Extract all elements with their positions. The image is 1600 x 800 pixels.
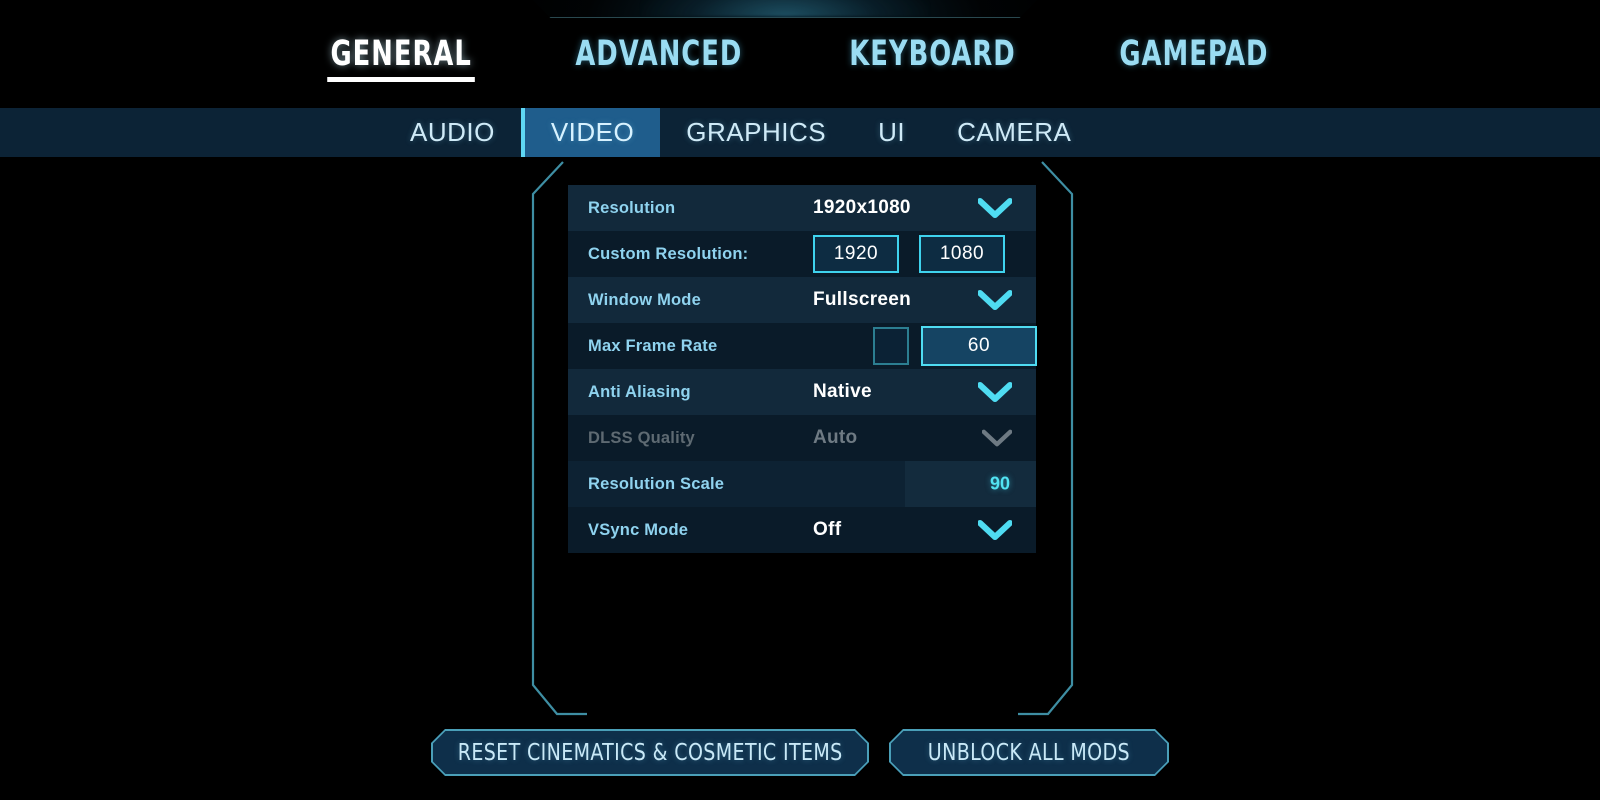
sub-tab-video[interactable]: VIDEO [520,108,661,157]
sub-tab-bar: AUDIO VIDEO GRAPHICS UI CAMERA [0,107,1600,157]
max-frame-rate-input[interactable]: 60 [921,326,1037,366]
reset-cinematics-button[interactable]: RESET CINEMATICS & COSMETIC ITEMS [431,729,869,776]
chevron-down-icon [982,429,1012,447]
setting-label-vsync-mode: VSync Mode [588,520,689,539]
setting-label-window-mode: Window Mode [588,290,701,309]
settings-screen: GENERAL ADVANCED KEYBOARD GAMEPAD AUDIO … [0,0,1600,800]
video-settings-panel: Resolution 1920x1080 Custom Resolution: … [568,185,1037,553]
setting-row-window-mode[interactable]: Window Mode Fullscreen [568,277,1036,323]
main-tab-gamepad[interactable]: GAMEPAD [1115,34,1274,84]
unblock-all-mods-button[interactable]: UNBLOCK ALL MODS [889,729,1169,776]
top-glow-decoration [640,0,930,16]
setting-label-anti-aliasing: Anti Aliasing [588,382,691,401]
reset-cinematics-label: RESET CINEMATICS & COSMETIC ITEMS [457,739,843,766]
setting-label-dlss-quality: DLSS Quality [588,428,695,447]
setting-row-max-frame-rate[interactable]: Max Frame Rate 60 [568,323,1037,369]
bottom-button-bar: RESET CINEMATICS & COSMETIC ITEMS UNBLOC… [0,729,1600,776]
setting-row-vsync-mode[interactable]: VSync Mode Off [568,507,1036,553]
chevron-down-icon[interactable] [978,198,1012,218]
main-tab-bar: GENERAL ADVANCED KEYBOARD GAMEPAD [0,34,1600,96]
setting-label-resolution-scale: Resolution Scale [588,474,725,493]
setting-row-custom-resolution[interactable]: Custom Resolution: 1920 1080 [568,231,1036,277]
setting-label-resolution: Resolution [588,198,676,217]
sub-tab-ui[interactable]: UI [852,108,931,157]
sub-tab-camera[interactable]: CAMERA [931,108,1097,157]
setting-value-resolution-scale: 90 [989,473,1010,494]
main-tab-keyboard[interactable]: KEYBOARD [844,34,1020,84]
setting-row-anti-aliasing[interactable]: Anti Aliasing Native [568,369,1036,415]
sub-tab-spacer [0,108,384,157]
unblock-all-mods-label: UNBLOCK ALL MODS [927,739,1131,766]
chevron-down-icon[interactable] [978,290,1012,310]
chevron-down-icon[interactable] [978,520,1012,540]
custom-resolution-inputs: 1920 1080 [813,235,1036,273]
resolution-scale-slider-track [904,461,1036,507]
max-frame-rate-controls: 60 [813,326,1037,366]
setting-row-resolution-scale[interactable]: Resolution Scale 90 [568,461,1036,507]
setting-label-max-frame-rate: Max Frame Rate [588,336,718,355]
main-tab-general[interactable]: GENERAL [325,34,476,84]
sub-tab-graphics[interactable]: GRAPHICS [660,108,852,157]
main-tab-advanced[interactable]: ADVANCED [570,34,747,84]
custom-resolution-height-input[interactable]: 1080 [919,235,1005,273]
sub-tab-audio[interactable]: AUDIO [384,108,521,157]
chevron-down-icon[interactable] [978,382,1012,402]
setting-row-resolution[interactable]: Resolution 1920x1080 [568,185,1036,231]
setting-row-dlss-quality: DLSS Quality Auto [568,415,1036,461]
max-frame-rate-checkbox[interactable] [873,327,909,365]
setting-label-custom-resolution: Custom Resolution: [588,244,749,263]
custom-resolution-width-input[interactable]: 1920 [813,235,899,273]
